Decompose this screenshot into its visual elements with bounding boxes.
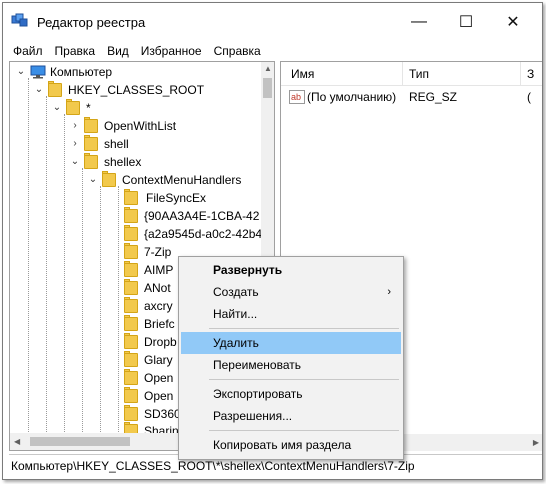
window-title: Редактор реестра <box>37 15 146 30</box>
collapse-icon[interactable]: ⌄ <box>88 175 98 185</box>
close-icon: ✕ <box>506 14 520 31</box>
menu-item-copy-key-name[interactable]: Копировать имя раздела <box>181 434 401 456</box>
tree-label-star: * <box>86 101 91 115</box>
submenu-arrow-icon: › <box>387 286 391 298</box>
column-headers: Имя Тип З <box>281 62 542 86</box>
tree-label-shell: shell <box>104 137 129 151</box>
regedit-app-icon <box>11 13 28 27</box>
menu-item-delete[interactable]: Удалить <box>181 332 401 354</box>
computer-icon <box>30 65 46 79</box>
menu-help[interactable]: Справка <box>208 41 267 61</box>
scroll-thumb[interactable] <box>263 78 272 98</box>
tree-label-child: ANot <box>144 281 171 295</box>
collapse-icon[interactable]: ⌄ <box>34 85 44 95</box>
column-header-name[interactable]: Имя <box>281 62 403 86</box>
tree-label-child: Dropb <box>144 335 177 349</box>
menu-separator <box>209 328 399 329</box>
tree-label-child: SD360 <box>144 407 181 421</box>
svg-text:ab: ab <box>291 92 301 102</box>
menu-item-find[interactable]: Найти... <box>181 303 401 325</box>
close-button[interactable]: ✕ <box>490 3 536 41</box>
folder-icon <box>124 315 140 331</box>
expand-icon[interactable]: › <box>70 139 80 149</box>
menu-file[interactable]: Файл <box>3 41 49 61</box>
tree-label-child: Open <box>144 371 174 385</box>
collapse-icon[interactable]: ⌄ <box>52 103 62 113</box>
menu-item-export[interactable]: Экспортировать <box>181 383 401 405</box>
column-header-data[interactable]: З <box>521 62 542 86</box>
tree-label-computer: Компьютер <box>50 65 113 79</box>
tree-label-child: Open <box>144 389 174 403</box>
tree-label-child: {a2a9545d-a0c2-42b4 <box>144 227 263 241</box>
maximize-icon: ☐ <box>458 14 474 31</box>
scroll-right-icon[interactable]: ▶ <box>533 438 539 447</box>
folder-icon <box>124 207 140 223</box>
folder-icon <box>124 279 140 295</box>
tree-label-hkcr: HKEY_CLASSES_ROOT <box>68 83 205 97</box>
tree-guide <box>46 96 47 434</box>
value-name: (По умолчанию) <box>307 90 397 104</box>
menu-item-create[interactable]: Создать › <box>181 281 401 303</box>
value-row[interactable]: ab (По умолчанию) REG_SZ ( <box>281 88 542 106</box>
tree-label-child: axcry <box>144 299 173 313</box>
column-header-type[interactable]: Тип <box>403 62 521 86</box>
menu-edit[interactable]: Правка <box>49 41 102 61</box>
tree-label-child: Briefc <box>144 317 175 331</box>
folder-icon <box>124 387 140 403</box>
folder-icon <box>84 117 100 133</box>
tree-label-child: FileSyncEx <box>146 191 207 205</box>
minimize-button[interactable]: — <box>396 3 442 41</box>
folder-icon <box>124 351 140 367</box>
folder-icon <box>124 369 140 385</box>
string-value-icon: ab <box>289 90 305 104</box>
folder-icon <box>124 297 140 313</box>
folder-icon <box>124 333 140 349</box>
folder-icon <box>102 171 118 187</box>
menu-item-permissions[interactable]: Разрешения... <box>181 405 401 427</box>
menu-bar: Файл Правка Вид Избранное Справка <box>3 41 542 61</box>
title-bar: Редактор реестра — ☐ ✕ <box>3 3 542 41</box>
tree-label-openwithlist: OpenWithList <box>104 119 177 133</box>
scroll-thumb[interactable] <box>30 437 130 446</box>
folder-icon <box>84 153 100 169</box>
expand-icon[interactable]: › <box>70 121 80 131</box>
menu-item-rename[interactable]: Переименовать <box>181 354 401 376</box>
menu-separator <box>209 379 399 380</box>
value-type: REG_SZ <box>409 90 458 104</box>
scroll-left-icon[interactable]: ◀ <box>14 437 20 446</box>
folder-icon <box>84 135 100 151</box>
folder-icon <box>124 243 140 259</box>
tree-guide <box>100 186 101 434</box>
tree-guide <box>28 78 29 434</box>
menu-item-expand[interactable]: Развернуть <box>181 259 401 281</box>
menu-favorites[interactable]: Избранное <box>135 41 208 61</box>
tree-guide <box>64 114 65 434</box>
minimize-icon: — <box>411 13 427 30</box>
tree-label-contextmenuhandlers: ContextMenuHandlers <box>122 173 242 187</box>
tree-label-child: {90AA3A4E-1CBA-42 <box>144 209 260 223</box>
collapse-icon[interactable]: ⌄ <box>16 67 26 77</box>
tree-guide <box>82 168 83 434</box>
tree-label-child: Glary <box>144 353 173 367</box>
tree-label-child: 7-Zip <box>144 245 172 259</box>
maximize-button[interactable]: ☐ <box>443 3 489 41</box>
folder-icon <box>124 261 140 277</box>
menu-separator <box>209 430 399 431</box>
tree-label-child: AIMP <box>144 263 174 277</box>
folder-icon <box>124 225 140 241</box>
context-menu: Развернуть Создать › Найти... Удалить Пе… <box>178 256 404 460</box>
value-data: ( <box>527 90 531 104</box>
tree-label-shellex: shellex <box>104 155 142 169</box>
scroll-up-icon[interactable]: ▲ <box>264 64 272 73</box>
tree-guide <box>118 186 119 434</box>
collapse-icon[interactable]: ⌄ <box>70 157 80 167</box>
folder-icon <box>48 81 64 97</box>
folder-icon <box>124 189 140 205</box>
folder-icon <box>66 99 82 115</box>
folder-icon <box>124 405 140 421</box>
menu-item-create-label: Создать <box>213 285 259 299</box>
menu-view[interactable]: Вид <box>101 41 135 61</box>
